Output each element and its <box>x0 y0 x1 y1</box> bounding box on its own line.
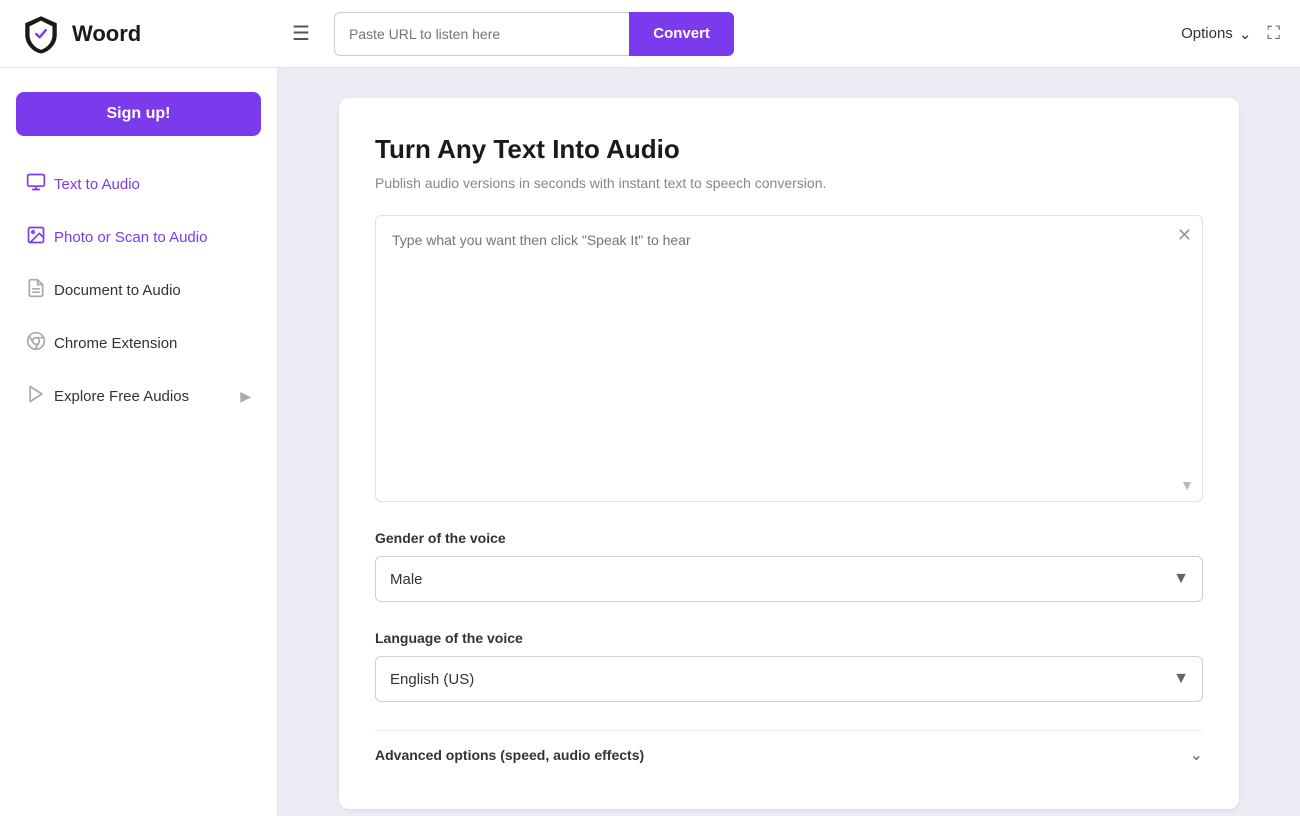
play-icon <box>26 384 46 409</box>
body-area: Sign up! Text to Audio Photo o <box>0 68 1300 816</box>
sidebar-item-text-to-audio[interactable]: Text to Audio <box>16 160 261 209</box>
sidebar-item-explore[interactable]: Explore Free Audios ▶ <box>16 372 261 421</box>
language-label: Language of the voice <box>375 630 1203 646</box>
sidebar-item-document[interactable]: Document to Audio <box>16 266 261 315</box>
language-select[interactable]: English (US) English (UK) Spanish French… <box>375 656 1203 702</box>
logo-area: Woord <box>20 13 268 55</box>
sidebar-item-chrome-extension[interactable]: Chrome Extension <box>16 319 261 368</box>
text-area-container: ✕ ▼ <box>375 215 1203 502</box>
gender-select[interactable]: Male Female <box>375 556 1203 602</box>
sidebar-item-photo-scan[interactable]: Photo or Scan to Audio <box>16 213 261 262</box>
logo-icon <box>20 13 62 55</box>
gender-field: Gender of the voice Male Female ▼ <box>375 530 1203 602</box>
scroll-indicator-icon: ▼ <box>1180 477 1194 493</box>
sidebar-item-label: Photo or Scan to Audio <box>54 229 207 246</box>
language-select-wrapper: English (US) English (UK) Spanish French… <box>375 656 1203 702</box>
chrome-icon <box>26 331 46 356</box>
main-content: Turn Any Text Into Audio Publish audio v… <box>278 68 1300 816</box>
signup-button[interactable]: Sign up! <box>16 92 261 136</box>
convert-button[interactable]: Convert <box>629 12 734 56</box>
header-right: Options ⌄ ⛶ <box>1181 23 1280 44</box>
clear-button[interactable]: ✕ <box>1177 226 1192 244</box>
expand-icon[interactable]: ⛶ <box>1267 23 1280 44</box>
logo-text: Woord <box>72 21 141 47</box>
gender-label: Gender of the voice <box>375 530 1203 546</box>
advanced-options-row[interactable]: Advanced options (speed, audio effects) … <box>375 730 1203 779</box>
advanced-options-chevron-icon: ⌄ <box>1190 745 1203 765</box>
options-chevron-icon: ⌄ <box>1239 25 1252 43</box>
header: Woord ☰ Convert Options ⌄ ⛶ <box>0 0 1300 68</box>
sidebar-item-label: Explore Free Audios <box>54 388 189 405</box>
language-field: Language of the voice English (US) Engli… <box>375 630 1203 702</box>
image-icon <box>26 225 46 250</box>
sidebar-item-label: Document to Audio <box>54 282 181 299</box>
options-label: Options <box>1181 25 1233 42</box>
monitor-icon <box>26 172 46 197</box>
url-input[interactable] <box>334 12 629 56</box>
chevron-right-icon: ▶ <box>240 388 251 405</box>
advanced-options-label: Advanced options (speed, audio effects) <box>375 747 644 763</box>
file-icon <box>26 278 46 303</box>
card-title: Turn Any Text Into Audio <box>375 134 1203 165</box>
options-button[interactable]: Options ⌄ <box>1181 25 1251 43</box>
card-subtitle: Publish audio versions in seconds with i… <box>375 175 1203 191</box>
content-card: Turn Any Text Into Audio Publish audio v… <box>339 98 1239 809</box>
text-input[interactable] <box>376 216 1202 496</box>
hamburger-menu-icon[interactable]: ☰ <box>284 17 318 50</box>
sidebar-item-label: Text to Audio <box>54 176 140 193</box>
url-bar: Convert <box>334 12 734 56</box>
sidebar: Sign up! Text to Audio Photo o <box>0 68 278 816</box>
gender-select-wrapper: Male Female ▼ <box>375 556 1203 602</box>
sidebar-item-label: Chrome Extension <box>54 335 177 352</box>
